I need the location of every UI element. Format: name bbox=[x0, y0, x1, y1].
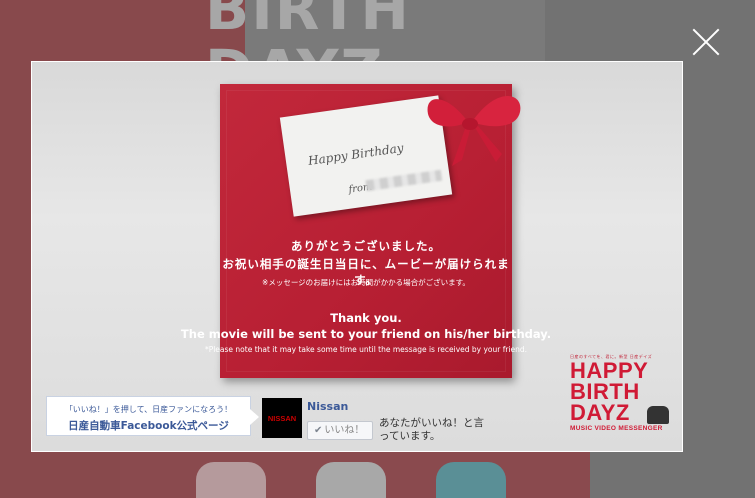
facebook-page-name-link[interactable]: Nissan bbox=[307, 400, 348, 413]
thank-you-modal: Happy Birthday from ありがとうございました。 お祝い相手の誕… bbox=[31, 61, 683, 452]
delivery-note-en: *Please note that it may take some time … bbox=[204, 345, 528, 354]
logo-line-happy: HAPPY bbox=[570, 358, 649, 383]
card-title: Happy Birthday bbox=[307, 140, 405, 169]
facebook-page-banner[interactable]: 「いいね！」を押して、日産ファンになろう！ 日産自動車Facebook公式ページ bbox=[46, 396, 259, 436]
card-from-blurred-name bbox=[365, 169, 443, 192]
logo-subtitle: MUSIC VIDEO MESSENGER bbox=[570, 425, 663, 432]
delivery-note-ja: ※メッセージのお届けにはお時間がかかる場合がございます。 bbox=[262, 278, 470, 287]
like-status-text: あなたがいいね！と言っています。 bbox=[379, 417, 484, 442]
background-car bbox=[196, 462, 266, 498]
car-icon bbox=[647, 406, 669, 424]
background-title-line1: BIRTH bbox=[205, 0, 411, 43]
nissan-logo[interactable]: NISSAN bbox=[262, 398, 302, 438]
check-icon: ✔ bbox=[314, 425, 323, 436]
delivery-message-en: The movie will be sent to your friend on… bbox=[180, 327, 552, 341]
ribbon-bow-icon bbox=[427, 95, 521, 166]
thanks-message-en: Thank you. bbox=[330, 311, 402, 325]
background-car bbox=[436, 462, 506, 498]
happy-birth-dayz-logo: 日産のすべてを、君に。新型 日産デイズ HAPPY BIRTH DAYZ MUS… bbox=[570, 354, 674, 432]
facebook-banner-caption: 「いいね！」を押して、日産ファンになろう！ bbox=[64, 405, 233, 414]
facebook-banner-title: 日産自動車Facebook公式ページ bbox=[68, 420, 229, 432]
background-car bbox=[316, 462, 386, 498]
like-button-label: いいね！ bbox=[324, 425, 365, 436]
close-button[interactable] bbox=[688, 24, 724, 60]
nissan-logo-text: NISSAN bbox=[267, 413, 297, 423]
thanks-message-ja: ありがとうございました。 bbox=[291, 239, 441, 253]
logo-line-birth: BIRTH bbox=[570, 379, 640, 404]
like-button[interactable]: ✔ いいね！ bbox=[307, 421, 373, 440]
